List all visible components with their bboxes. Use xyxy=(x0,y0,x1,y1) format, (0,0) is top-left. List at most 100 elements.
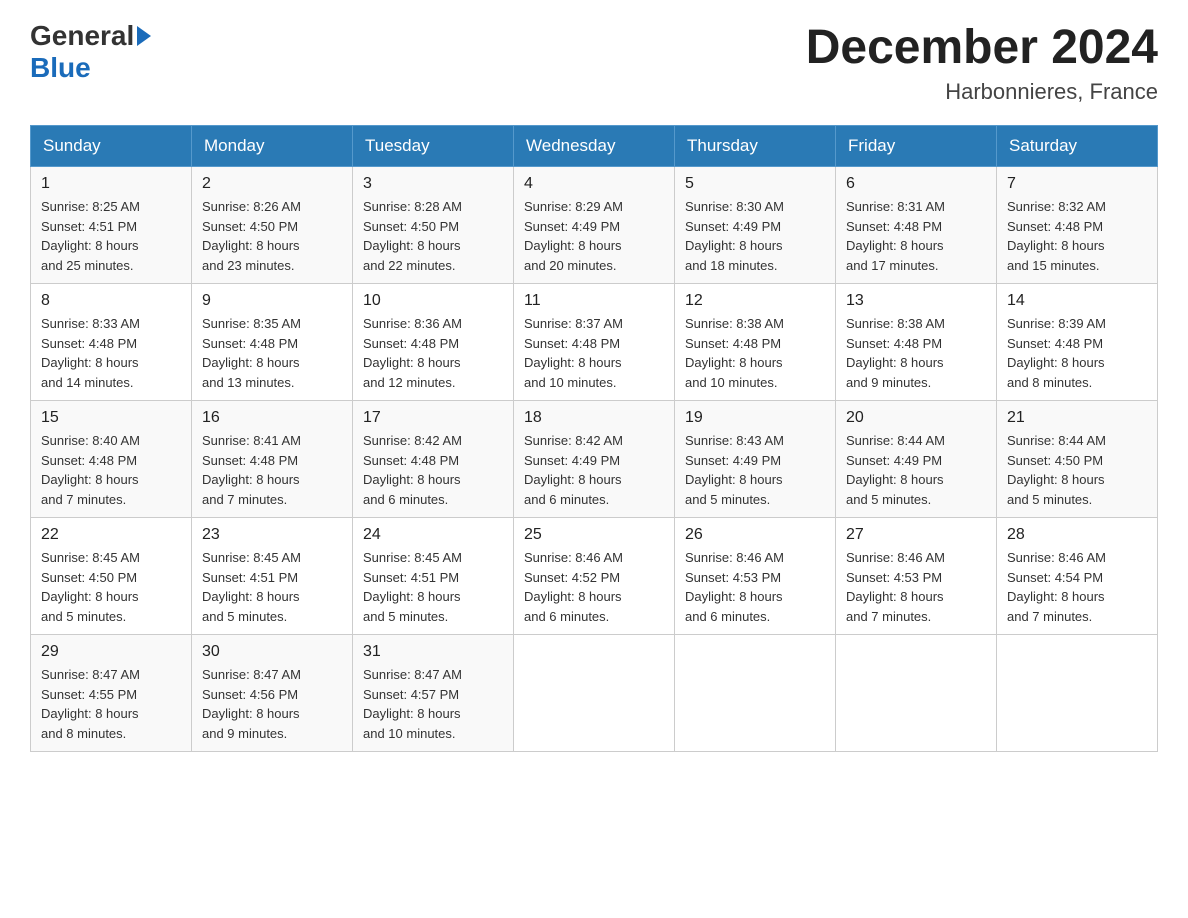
week-row-4: 22 Sunrise: 8:45 AMSunset: 4:50 PMDayligh… xyxy=(31,518,1158,635)
calendar-cell: 4 Sunrise: 8:29 AMSunset: 4:49 PMDaylight… xyxy=(514,167,675,284)
day-number: 16 xyxy=(202,409,342,427)
calendar-cell: 27 Sunrise: 8:46 AMSunset: 4:53 PMDayligh… xyxy=(836,518,997,635)
day-info: Sunrise: 8:29 AMSunset: 4:49 PMDaylight:… xyxy=(524,197,664,275)
day-number: 27 xyxy=(846,526,986,544)
day-info: Sunrise: 8:45 AMSunset: 4:51 PMDaylight:… xyxy=(202,548,342,626)
location: Harbonnieres, France xyxy=(806,79,1158,105)
day-number: 23 xyxy=(202,526,342,544)
day-number: 18 xyxy=(524,409,664,427)
day-number: 9 xyxy=(202,292,342,310)
calendar-cell: 23 Sunrise: 8:45 AMSunset: 4:51 PMDayligh… xyxy=(192,518,353,635)
calendar-cell: 19Sunrise: 8:43 AMSunset: 4:49 PMDayligh… xyxy=(675,401,836,518)
day-number: 8 xyxy=(41,292,181,310)
day-number: 12 xyxy=(685,292,825,310)
calendar-cell: 6 Sunrise: 8:31 AMSunset: 4:48 PMDaylight… xyxy=(836,167,997,284)
day-info: Sunrise: 8:42 AMSunset: 4:49 PMDaylight:… xyxy=(524,431,664,509)
week-row-2: 8Sunrise: 8:33 AMSunset: 4:48 PMDaylight… xyxy=(31,284,1158,401)
day-info: Sunrise: 8:36 AMSunset: 4:48 PMDaylight:… xyxy=(363,314,503,392)
day-number: 3 xyxy=(363,175,503,193)
column-header-tuesday: Tuesday xyxy=(353,126,514,167)
month-title: December 2024 xyxy=(806,20,1158,75)
day-info: Sunrise: 8:35 AMSunset: 4:48 PMDaylight:… xyxy=(202,314,342,392)
day-info: Sunrise: 8:46 AMSunset: 4:52 PMDaylight:… xyxy=(524,548,664,626)
day-info: Sunrise: 8:45 AMSunset: 4:51 PMDaylight:… xyxy=(363,548,503,626)
day-number: 4 xyxy=(524,175,664,193)
header: General Blue December 2024 Harbonnieres,… xyxy=(30,20,1158,105)
day-info: Sunrise: 8:47 AMSunset: 4:57 PMDaylight:… xyxy=(363,665,503,743)
day-number: 24 xyxy=(363,526,503,544)
logo-blue-text: Blue xyxy=(30,52,91,83)
calendar-cell: 30 Sunrise: 8:47 AMSunset: 4:56 PMDayligh… xyxy=(192,635,353,752)
day-number: 6 xyxy=(846,175,986,193)
column-header-wednesday: Wednesday xyxy=(514,126,675,167)
day-info: Sunrise: 8:38 AMSunset: 4:48 PMDaylight:… xyxy=(846,314,986,392)
day-info: Sunrise: 8:41 AMSunset: 4:48 PMDaylight:… xyxy=(202,431,342,509)
calendar-cell: 15 Sunrise: 8:40 AMSunset: 4:48 PMDayligh… xyxy=(31,401,192,518)
day-number: 11 xyxy=(524,292,664,310)
day-number: 21 xyxy=(1007,409,1147,427)
day-info: Sunrise: 8:30 AMSunset: 4:49 PMDaylight:… xyxy=(685,197,825,275)
title-area: December 2024 Harbonnieres, France xyxy=(806,20,1158,105)
day-info: Sunrise: 8:25 AMSunset: 4:51 PMDaylight:… xyxy=(41,197,181,275)
calendar-cell: 26 Sunrise: 8:46 AMSunset: 4:53 PMDayligh… xyxy=(675,518,836,635)
column-header-saturday: Saturday xyxy=(997,126,1158,167)
day-info: Sunrise: 8:43 AMSunset: 4:49 PMDaylight:… xyxy=(685,431,825,509)
day-number: 28 xyxy=(1007,526,1147,544)
day-number: 1 xyxy=(41,175,181,193)
calendar-cell: 29Sunrise: 8:47 AMSunset: 4:55 PMDayligh… xyxy=(31,635,192,752)
day-info: Sunrise: 8:42 AMSunset: 4:48 PMDaylight:… xyxy=(363,431,503,509)
day-number: 20 xyxy=(846,409,986,427)
day-number: 26 xyxy=(685,526,825,544)
day-info: Sunrise: 8:47 AMSunset: 4:56 PMDaylight:… xyxy=(202,665,342,743)
day-info: Sunrise: 8:38 AMSunset: 4:48 PMDaylight:… xyxy=(685,314,825,392)
calendar-cell: 12 Sunrise: 8:38 AMSunset: 4:48 PMDayligh… xyxy=(675,284,836,401)
column-header-thursday: Thursday xyxy=(675,126,836,167)
calendar-cell: 9 Sunrise: 8:35 AMSunset: 4:48 PMDaylight… xyxy=(192,284,353,401)
day-number: 15 xyxy=(41,409,181,427)
day-info: Sunrise: 8:31 AMSunset: 4:48 PMDaylight:… xyxy=(846,197,986,275)
calendar-cell: 5 Sunrise: 8:30 AMSunset: 4:49 PMDaylight… xyxy=(675,167,836,284)
day-number: 10 xyxy=(363,292,503,310)
calendar-cell: 13Sunrise: 8:38 AMSunset: 4:48 PMDayligh… xyxy=(836,284,997,401)
day-info: Sunrise: 8:45 AMSunset: 4:50 PMDaylight:… xyxy=(41,548,181,626)
day-number: 22 xyxy=(41,526,181,544)
day-info: Sunrise: 8:44 AMSunset: 4:50 PMDaylight:… xyxy=(1007,431,1147,509)
day-number: 17 xyxy=(363,409,503,427)
day-info: Sunrise: 8:46 AMSunset: 4:53 PMDaylight:… xyxy=(685,548,825,626)
day-number: 5 xyxy=(685,175,825,193)
logo-general-text: General xyxy=(30,20,134,52)
calendar-cell: 14Sunrise: 8:39 AMSunset: 4:48 PMDayligh… xyxy=(997,284,1158,401)
calendar-cell xyxy=(675,635,836,752)
day-number: 2 xyxy=(202,175,342,193)
logo-arrow-icon xyxy=(137,26,151,46)
calendar-cell: 3 Sunrise: 8:28 AMSunset: 4:50 PMDaylight… xyxy=(353,167,514,284)
column-header-sunday: Sunday xyxy=(31,126,192,167)
calendar-cell xyxy=(514,635,675,752)
day-info: Sunrise: 8:37 AMSunset: 4:48 PMDaylight:… xyxy=(524,314,664,392)
calendar-cell xyxy=(997,635,1158,752)
calendar-cell: 31 Sunrise: 8:47 AMSunset: 4:57 PMDayligh… xyxy=(353,635,514,752)
calendar-cell: 8Sunrise: 8:33 AMSunset: 4:48 PMDaylight… xyxy=(31,284,192,401)
column-headers-row: SundayMondayTuesdayWednesdayThursdayFrid… xyxy=(31,126,1158,167)
day-info: Sunrise: 8:28 AMSunset: 4:50 PMDaylight:… xyxy=(363,197,503,275)
week-row-3: 15 Sunrise: 8:40 AMSunset: 4:48 PMDayligh… xyxy=(31,401,1158,518)
column-header-friday: Friday xyxy=(836,126,997,167)
calendar-cell: 11 Sunrise: 8:37 AMSunset: 4:48 PMDayligh… xyxy=(514,284,675,401)
day-info: Sunrise: 8:46 AMSunset: 4:54 PMDaylight:… xyxy=(1007,548,1147,626)
day-info: Sunrise: 8:40 AMSunset: 4:48 PMDaylight:… xyxy=(41,431,181,509)
day-info: Sunrise: 8:44 AMSunset: 4:49 PMDaylight:… xyxy=(846,431,986,509)
day-number: 31 xyxy=(363,643,503,661)
calendar-cell xyxy=(836,635,997,752)
day-number: 25 xyxy=(524,526,664,544)
calendar-cell: 20 Sunrise: 8:44 AMSunset: 4:49 PMDayligh… xyxy=(836,401,997,518)
day-info: Sunrise: 8:46 AMSunset: 4:53 PMDaylight:… xyxy=(846,548,986,626)
column-header-monday: Monday xyxy=(192,126,353,167)
week-row-5: 29Sunrise: 8:47 AMSunset: 4:55 PMDayligh… xyxy=(31,635,1158,752)
logo: General Blue xyxy=(30,20,154,84)
calendar-cell: 17 Sunrise: 8:42 AMSunset: 4:48 PMDayligh… xyxy=(353,401,514,518)
day-info: Sunrise: 8:39 AMSunset: 4:48 PMDaylight:… xyxy=(1007,314,1147,392)
day-info: Sunrise: 8:32 AMSunset: 4:48 PMDaylight:… xyxy=(1007,197,1147,275)
calendar-table: SundayMondayTuesdayWednesdayThursdayFrid… xyxy=(30,125,1158,752)
day-number: 30 xyxy=(202,643,342,661)
calendar-cell: 10 Sunrise: 8:36 AMSunset: 4:48 PMDayligh… xyxy=(353,284,514,401)
